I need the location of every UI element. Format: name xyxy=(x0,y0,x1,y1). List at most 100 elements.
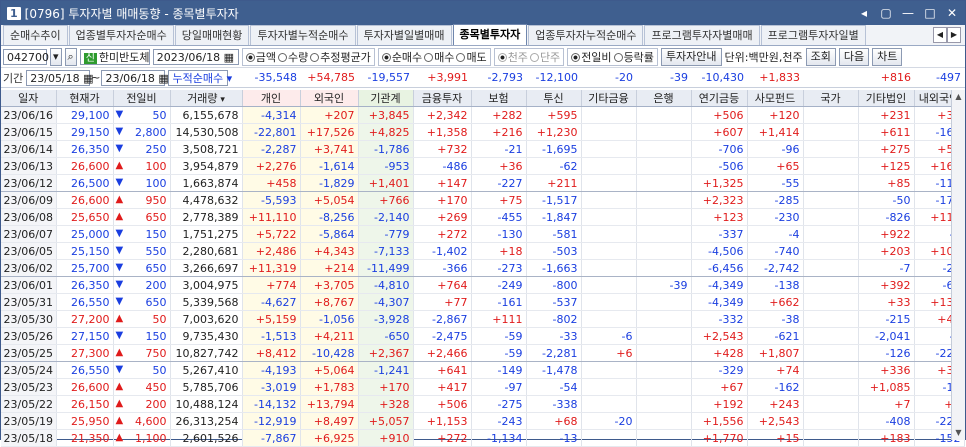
tab-5[interactable]: 종목별투자자 xyxy=(452,24,528,45)
query-button[interactable]: 조회 xyxy=(805,47,836,66)
period-to-value: 23/06/18 xyxy=(105,71,155,85)
table-row[interactable]: 23/05/26 27,150 ▼ 150 9,735,430 -1,513 +4,211-… xyxy=(1,327,965,345)
table-row[interactable]: 23/06/14 26,350 ▼ 250 3,508,721 -2,287 +3,741-… xyxy=(1,140,965,158)
tab-7[interactable]: 프로그램투자자별매매 xyxy=(644,25,760,45)
radio-net-buy[interactable]: 순매수 xyxy=(381,49,422,65)
scroll-down-icon[interactable]: ▼ xyxy=(952,426,965,440)
table-cell: +611 xyxy=(858,123,915,141)
table-cell: -1,829 xyxy=(300,174,359,192)
summary-value: -12,100 xyxy=(535,71,578,84)
radio-quantity[interactable]: 수량 xyxy=(277,49,308,65)
table-row[interactable]: 23/06/02 25,700 ▼ 650 3,266,697 +11,319 +214 -1… xyxy=(1,259,965,277)
stock-code-input[interactable]: 042700 xyxy=(3,48,49,65)
column-header[interactable]: 보험 xyxy=(471,90,527,107)
column-header[interactable]: 기타금융 xyxy=(581,90,637,107)
radio-single-shares[interactable]: 단주 xyxy=(529,49,560,65)
investor-info-button[interactable]: 투자자안내 xyxy=(660,47,722,66)
table-cell xyxy=(803,310,859,328)
change-cell: ▼ 2,800 xyxy=(113,123,171,141)
tab-4[interactable]: 투자자별일별매매 xyxy=(356,25,452,45)
tab-8[interactable]: 프로그램투자자일별 xyxy=(760,25,866,45)
table-cell: 5,267,410 xyxy=(170,361,243,379)
table-cell: -227 xyxy=(471,174,527,192)
down-triangle-icon: ▼ xyxy=(115,108,124,120)
period-from-input[interactable]: 23/05/18 ▦ xyxy=(26,69,94,86)
chart-button[interactable]: 차트 xyxy=(872,47,903,66)
column-header[interactable]: 투신 xyxy=(526,90,582,107)
column-header[interactable]: 금융투자 xyxy=(413,90,472,107)
period-to-input[interactable]: 23/06/18 ▦ xyxy=(101,69,169,86)
column-header[interactable]: 일자 xyxy=(1,90,57,107)
table-cell xyxy=(636,378,692,396)
column-header[interactable]: 현재가 xyxy=(56,90,114,107)
radio-rate[interactable]: 등락률 xyxy=(613,49,654,65)
vertical-scrollbar[interactable]: ▲ ▼ xyxy=(951,90,965,440)
table-cell: -62 xyxy=(526,157,582,175)
close-icon[interactable]: ✕ xyxy=(945,6,959,20)
tab-next-icon[interactable]: ▶ xyxy=(947,27,961,43)
minimize-icon[interactable]: — xyxy=(901,6,915,20)
table-row[interactable]: 23/05/31 26,550 ▼ 650 5,339,568 -4,627 +8,767-… xyxy=(1,293,965,311)
code-dropdown-icon[interactable]: ▾ xyxy=(50,47,62,66)
tab-2[interactable]: 당일매매현황 xyxy=(174,25,250,45)
table-row[interactable]: 23/05/25 27,300 ▲ 750 10,827,742 +8,412 -10,42… xyxy=(1,344,965,362)
scroll-up-icon[interactable]: ▲ xyxy=(952,90,965,104)
column-header[interactable]: 거래량 ▾ xyxy=(170,90,243,107)
date-input[interactable]: 2023/06/18 ▦ xyxy=(152,48,239,65)
calendar-icon[interactable]: ▦ xyxy=(158,72,168,85)
tab-prev-icon[interactable]: ◀ xyxy=(933,27,947,43)
table-row[interactable]: 23/05/24 26,550 ▼ 50 5,267,410 -4,193 +5,064 -1… xyxy=(1,361,965,379)
radio-prev-diff[interactable]: 전일비 xyxy=(571,49,612,65)
radio-avg-price[interactable]: 추정평균가 xyxy=(310,49,371,65)
column-header[interactable]: 국가 xyxy=(803,90,859,107)
column-header[interactable]: 연기금등 xyxy=(691,90,748,107)
radio-thousand-shares[interactable]: 천주 xyxy=(497,49,528,65)
tab-3[interactable]: 투자자별누적순매수 xyxy=(250,25,356,45)
tab-0[interactable]: 순매수추이 xyxy=(3,25,68,45)
table-row[interactable]: 23/06/09 26,600 ▲ 950 4,478,632 -5,593 +5,054 +… xyxy=(1,191,965,209)
column-header[interactable]: 은행 xyxy=(636,90,692,107)
table-cell xyxy=(636,157,692,175)
table-row[interactable]: 23/06/13 26,600 ▲ 100 3,954,879 +2,276 -1,614-… xyxy=(1,157,965,175)
column-header[interactable]: 사모펀드 xyxy=(747,90,804,107)
table-cell: -20 xyxy=(581,412,637,430)
table-cell: +1,807 xyxy=(747,344,804,362)
table-cell: -12,919 xyxy=(242,412,301,430)
column-header[interactable]: 전일비 xyxy=(113,90,171,107)
table-cell: 23/06/01 xyxy=(1,276,57,294)
change-cell: ▲ 1,100 xyxy=(113,429,171,447)
table-row[interactable]: 23/06/15 29,150 ▼ 2,800 14,530,508 -22,801 +17… xyxy=(1,123,965,141)
column-header[interactable]: 기타법인 xyxy=(858,90,915,107)
next-button[interactable]: 다음 xyxy=(838,47,870,66)
table-row[interactable]: 23/06/16 29,100 ▼ 50 6,155,678 -4,314 +207 +3,8… xyxy=(1,106,965,124)
radio-sell[interactable]: 매도 xyxy=(456,49,487,65)
table-row[interactable]: 23/05/30 27,200 ▲ 50 7,003,620 +5,159 -1,056 -3… xyxy=(1,310,965,328)
table-row[interactable]: 23/06/12 26,500 ▼ 100 1,663,874 +458 -1,829 +1,… xyxy=(1,174,965,192)
table-row[interactable]: 23/06/07 25,000 ▼ 150 1,751,275 +5,722 -5,864-… xyxy=(1,225,965,243)
prev-window-icon[interactable]: ◂ xyxy=(857,6,871,20)
table-cell xyxy=(803,259,859,277)
table-row[interactable]: 23/05/23 26,600 ▲ 450 5,785,706 -3,019 +1,783 +… xyxy=(1,378,965,396)
table-row[interactable]: 23/05/18 21,350 ▲ 1,100 2,601,526 -7,867 +6,92… xyxy=(1,429,965,447)
maximize-icon[interactable]: □ xyxy=(923,6,937,20)
column-header[interactable]: 기관계 xyxy=(358,90,414,107)
search-icon[interactable]: ⌕ xyxy=(64,47,77,66)
table-cell: -1,513 xyxy=(242,327,301,345)
radio-amount[interactable]: 금액 xyxy=(245,49,276,65)
table-row[interactable]: 23/06/08 25,650 ▲ 650 2,778,389 +11,110 -8,256… xyxy=(1,208,965,226)
calendar-icon[interactable]: ▦ xyxy=(224,51,234,64)
column-header[interactable]: 개인 xyxy=(242,90,301,107)
table-row[interactable]: 23/05/22 26,150 ▲ 200 10,488,124 -14,132 +13,7… xyxy=(1,395,965,413)
radio-buy[interactable]: 매수 xyxy=(424,49,454,65)
column-header[interactable]: 외국인 xyxy=(300,90,359,107)
table-row[interactable]: 23/06/01 26,350 ▼ 200 3,004,975 +774 +3,705 -4,… xyxy=(1,276,965,294)
layout-icon[interactable]: ▢ xyxy=(879,6,893,20)
cumulative-label[interactable]: 누적순매수 ▾ xyxy=(168,69,232,86)
table-cell: -50 xyxy=(858,191,915,209)
sort-dropdown-icon[interactable]: ▾ xyxy=(217,95,225,105)
table-row[interactable]: 23/06/05 25,150 ▼ 550 2,280,681 +2,486 +4,343-… xyxy=(1,242,965,260)
table-cell: +607 xyxy=(691,123,748,141)
tab-1[interactable]: 업종별투자자순매수 xyxy=(68,25,174,45)
tab-6[interactable]: 업종투자자누적순매수 xyxy=(528,25,644,45)
table-row[interactable]: 23/05/19 25,950 ▲ 4,600 26,313,254 -12,919 +8,… xyxy=(1,412,965,430)
